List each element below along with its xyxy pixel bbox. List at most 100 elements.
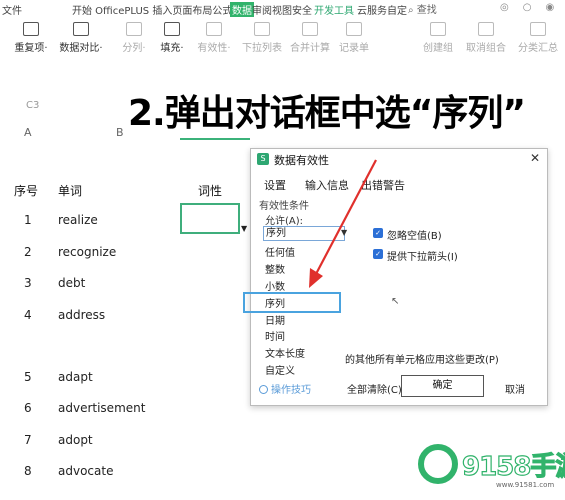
subtotal-button[interactable]: 分类汇总	[514, 22, 562, 54]
dropdown-arrow-checkbox[interactable]: ✓	[373, 249, 383, 259]
create-group-icon	[430, 22, 446, 36]
ungroup-icon	[478, 22, 494, 36]
close-icon[interactable]: ✕	[530, 151, 540, 165]
row-word: adapt	[58, 370, 93, 384]
tutorial-caption: 2.弹出对话框中选“序列”	[128, 93, 526, 134]
menu-items[interactable]: 开始 OfficePLUS 插入页面布局公式	[72, 2, 232, 17]
app-logo-icon: S	[257, 153, 269, 165]
watermark-text: 9158手游	[461, 451, 565, 482]
create-group-button[interactable]: 创建组	[414, 22, 462, 54]
row-num: 5	[24, 370, 32, 384]
active-cell[interactable]	[180, 203, 240, 234]
column-header-a[interactable]: A	[24, 126, 32, 139]
option-custom[interactable]: 自定义	[265, 362, 295, 377]
row-num: 2	[24, 245, 32, 259]
subtotal-label: 分类汇总	[518, 43, 558, 54]
ok-button[interactable]: 确定	[401, 375, 484, 397]
header-word: 单词	[58, 184, 83, 198]
selected-column-indicator	[180, 138, 250, 140]
row-word: realize	[58, 213, 98, 227]
allow-label: 允许(A):	[265, 216, 304, 227]
menu-file[interactable]: 文件	[2, 2, 22, 17]
ungroup-button[interactable]: 取消组合	[462, 22, 510, 54]
dialog-title: 数据有效性	[274, 154, 329, 167]
duplicates-label: 重复项·	[14, 43, 48, 54]
watermark-logo: 9158手游 www.91581.com	[418, 440, 565, 500]
validity-icon	[206, 22, 222, 36]
menu-bar: 文件 开始 OfficePLUS 插入页面布局公式 数据 审阅视图安全 开发工具…	[0, 0, 565, 17]
menu-items-2[interactable]: 审阅视图安全	[252, 2, 312, 17]
data-compare-label: 数据对比·	[59, 43, 103, 54]
fill-label: 填充·	[160, 43, 184, 54]
row-word: advocate	[58, 464, 114, 478]
split-icon	[126, 22, 142, 36]
row-word: advertisement	[58, 401, 146, 415]
menu-dev-tools[interactable]: 开发工具	[314, 2, 354, 17]
menu-cloud[interactable]: 云服务自定	[357, 2, 407, 17]
row-num: 1	[24, 213, 32, 227]
header-num: 序号	[14, 184, 39, 198]
ignore-blank-label: 忽略空值(B)	[387, 231, 442, 242]
record-form-icon	[346, 22, 362, 36]
search-input[interactable]: ⌕ 查找	[408, 1, 437, 16]
tab-error-alert[interactable]: 出错警告	[361, 177, 405, 193]
dropdown-list-icon	[254, 22, 270, 36]
tab-settings[interactable]: 设置	[264, 177, 286, 193]
data-compare-button[interactable]: 数据对比·	[57, 22, 105, 54]
apply-all-label[interactable]: 的其他所有单元格应用这些更改(P)	[345, 351, 499, 366]
row-word: address	[58, 308, 106, 322]
option-time[interactable]: 时间	[265, 328, 285, 343]
ignore-blank-checkbox[interactable]: ✓	[373, 228, 383, 238]
name-box[interactable]: C3	[26, 100, 39, 111]
row-word: recognize	[58, 245, 117, 259]
validity-label: 有效性·	[197, 43, 231, 54]
consolidate-label: 合并计算	[290, 43, 330, 54]
row-num: 7	[24, 433, 32, 447]
row-word: debt	[58, 276, 86, 290]
duplicates-button[interactable]: 重复项·	[7, 22, 55, 54]
criteria-section-label: 有效性条件	[259, 201, 309, 212]
tips-link[interactable]: 操作技巧	[259, 381, 311, 396]
header-pos: 词性	[198, 184, 223, 198]
record-form-button[interactable]: 记录单	[330, 22, 378, 54]
split-column-label: 分列·	[122, 43, 146, 54]
cell-dropdown-arrow-icon[interactable]: ▼	[241, 224, 247, 233]
row-num: 8	[24, 464, 32, 478]
option-integer[interactable]: 整数	[265, 261, 285, 276]
menu-data[interactable]: 数据	[230, 2, 254, 17]
row-num: 3	[24, 276, 32, 290]
option-any-value[interactable]: 任何值	[265, 244, 295, 259]
record-form-label: 记录单	[339, 43, 369, 54]
row-num: 6	[24, 401, 32, 415]
dialog-titlebar: S 数据有效性 ✕	[251, 149, 547, 171]
cancel-button[interactable]: 取消	[505, 381, 525, 396]
dropdown-list-label: 下拉列表	[242, 43, 282, 54]
consolidate-icon	[302, 22, 318, 36]
ribbon-toolbar: 重复项· 数据对比· 分列· 填充· 有效性· 下拉列表 合并计算 记录单 创建…	[0, 22, 565, 70]
tips-label: 操作技巧	[271, 385, 311, 396]
duplicates-icon	[23, 22, 39, 36]
option-decimal[interactable]: 小数	[265, 278, 285, 293]
search-label: 查找	[416, 5, 437, 16]
watermark-circle-icon	[418, 444, 458, 484]
search-icon: ⌕	[408, 5, 414, 16]
consolidate-button[interactable]: 合并计算	[286, 22, 334, 54]
allow-select[interactable]: 序列	[263, 226, 345, 241]
tab-input-message[interactable]: 输入信息	[305, 177, 349, 193]
create-group-label: 创建组	[423, 43, 453, 54]
validity-button[interactable]: 有效性·	[190, 22, 238, 54]
mouse-cursor-icon: ↖	[391, 296, 400, 307]
fill-button[interactable]: 填充·	[148, 22, 196, 54]
option-date[interactable]: 日期	[265, 312, 285, 327]
compare-icon	[73, 22, 89, 36]
window-controls[interactable]: ◎○◉	[500, 2, 565, 13]
dropdown-list-button[interactable]: 下拉列表	[238, 22, 286, 54]
chevron-down-icon[interactable]: ▼	[341, 228, 347, 237]
data-validation-dialog: S 数据有效性 ✕ 设置 输入信息 出错警告 有效性条件 允许(A): 序列 ▼…	[243, 148, 548, 406]
clear-all-button[interactable]: 全部清除(C)	[347, 381, 402, 396]
option-text-length[interactable]: 文本长度	[265, 345, 305, 360]
watermark-url: www.91581.com	[496, 481, 555, 489]
column-header-b[interactable]: B	[116, 126, 124, 139]
sequence-highlight-box	[243, 292, 341, 313]
fill-icon	[164, 22, 180, 36]
